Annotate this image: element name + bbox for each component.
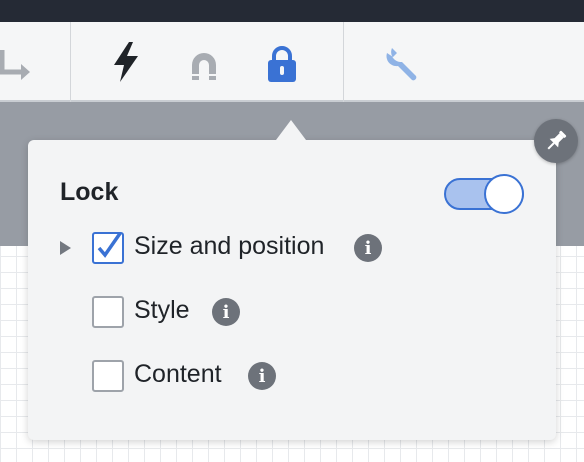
style-label: Style <box>134 296 190 324</box>
wrench-tool-button[interactable] <box>381 42 425 86</box>
popover-pointer <box>276 120 306 140</box>
info-icon[interactable]: i <box>212 298 240 326</box>
lightning-icon <box>114 42 138 82</box>
info-icon[interactable]: i <box>354 234 382 262</box>
connector-elbow-icon <box>0 50 30 80</box>
lock-icon <box>268 46 296 82</box>
magnet-tool-button[interactable] <box>182 44 226 88</box>
checkmark-icon <box>97 234 122 258</box>
lock-toggle[interactable] <box>444 174 524 214</box>
toolbar-separator <box>70 22 71 102</box>
lock-tool-button[interactable] <box>260 42 304 86</box>
size-position-label: Size and position <box>134 232 325 260</box>
pin-button[interactable] <box>534 119 578 163</box>
wrench-icon <box>386 48 417 81</box>
window-top-bar <box>0 0 584 22</box>
info-icon[interactable]: i <box>248 362 276 390</box>
lightning-tool-button[interactable] <box>104 40 148 84</box>
toolbar-separator <box>343 22 344 102</box>
toggle-knob <box>484 174 524 214</box>
magnet-icon <box>192 53 216 80</box>
style-checkbox[interactable] <box>92 296 124 328</box>
popover-title: Lock <box>60 178 119 206</box>
expand-arrow-icon[interactable] <box>60 241 71 255</box>
content-checkbox[interactable] <box>92 360 124 392</box>
size-position-checkbox[interactable] <box>92 232 124 264</box>
pin-icon <box>547 130 567 150</box>
connector-tool-button[interactable] <box>0 44 38 88</box>
content-label: Content <box>134 360 222 388</box>
